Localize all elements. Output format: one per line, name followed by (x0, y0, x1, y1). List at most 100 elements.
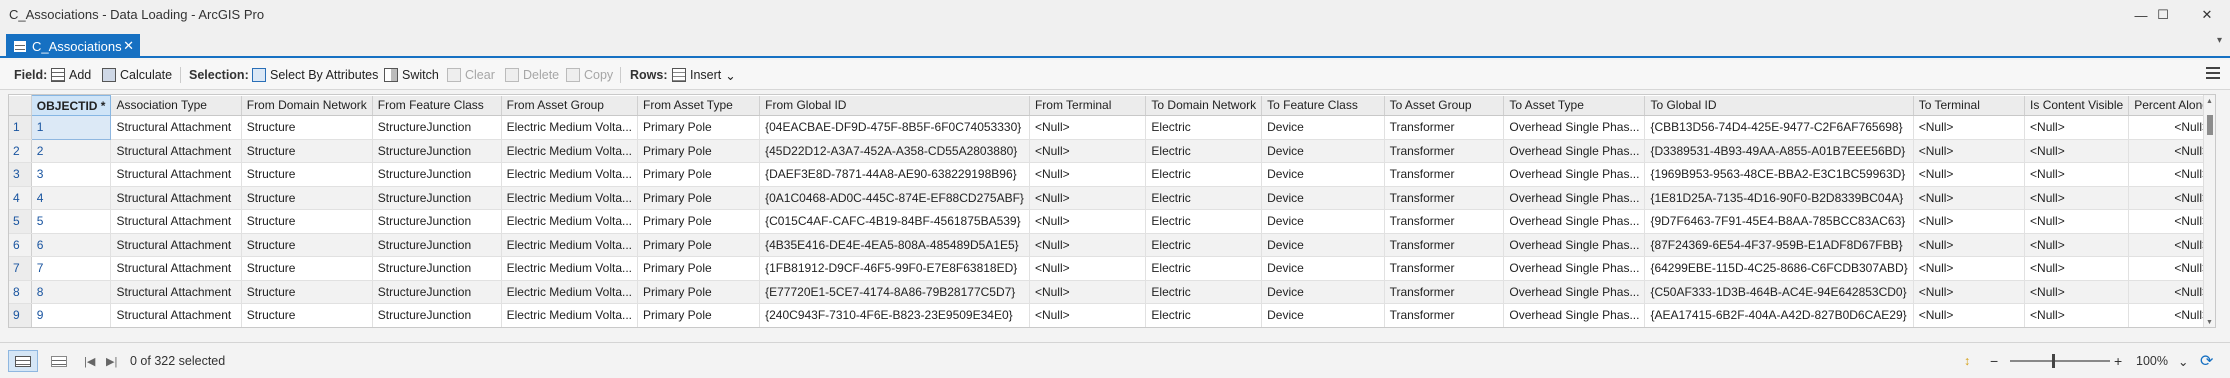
table-cell[interactable]: {AEA17415-6B2F-404A-A42D-827B0D6CAE29} (1644, 303, 1914, 327)
table-cell[interactable]: <Null> (2024, 115, 2130, 140)
column-header[interactable]: OBJECTID * (30, 95, 112, 116)
table-cell[interactable]: <Null> (1913, 303, 2026, 327)
switch-selection-button[interactable]: Switch (384, 60, 439, 90)
table-cell[interactable]: 2 (31, 139, 112, 163)
table-cell[interactable]: StructureJunction (372, 233, 502, 257)
table-cell[interactable]: {D3389531-4B93-49AA-A855-A01B7EEE56BD} (1644, 139, 1914, 163)
table-cell[interactable]: Structure (241, 233, 373, 257)
table-cell[interactable]: {4B35E416-DE4E-4EA5-808A-485489D5A1E5} (759, 233, 1030, 257)
table-cell[interactable]: Electric (1145, 186, 1263, 210)
table-cell[interactable]: <Null> (1029, 233, 1147, 257)
table-cell[interactable]: 9 (31, 303, 112, 327)
column-header[interactable]: Association Type (110, 95, 242, 116)
vertical-scrollbar[interactable]: ▲ ▼ (2203, 95, 2215, 327)
column-header[interactable]: To Terminal (1913, 95, 2026, 116)
table-cell[interactable]: Device (1261, 233, 1385, 257)
table-cell[interactable]: Structural Attachment (110, 256, 242, 281)
table-row[interactable]: 9 9 Structural Attachment Structure Structur… (9, 303, 2215, 327)
table-cell[interactable]: Primary Pole (637, 209, 761, 234)
column-header[interactable]: From Asset Group (501, 95, 639, 116)
row-number-cell[interactable]: 1 (9, 115, 32, 140)
table-cell[interactable]: <Null> (1029, 303, 1147, 327)
table-cell[interactable]: Overhead Single Phas... (1503, 233, 1646, 257)
row-header-corner[interactable] (9, 95, 32, 116)
show-all-records-button[interactable] (8, 350, 38, 372)
table-cell[interactable]: Primary Pole (637, 280, 761, 304)
refresh-icon[interactable]: ⟳ (2200, 343, 2213, 378)
table-cell[interactable]: Structural Attachment (110, 162, 242, 187)
row-number-cell[interactable]: 7 (9, 256, 32, 281)
add-field-button[interactable]: Add (51, 60, 91, 90)
table-cell[interactable]: Structure (241, 139, 373, 163)
table-cell[interactable]: Electric (1145, 256, 1263, 281)
table-cell[interactable]: <Null> (1029, 186, 1147, 210)
row-number-cell[interactable]: 8 (9, 280, 32, 304)
column-header[interactable]: From Asset Type (637, 95, 761, 116)
attribute-table-grid[interactable]: OBJECTID * Association Type From Domain … (8, 94, 2216, 328)
table-cell[interactable]: Overhead Single Phas... (1503, 280, 1646, 304)
table-cell[interactable]: StructureJunction (372, 256, 502, 281)
text-direction-icon[interactable]: ↕ (1964, 343, 1970, 378)
column-header[interactable]: From Domain Network (241, 95, 373, 116)
table-cell[interactable]: Transformer (1384, 186, 1505, 210)
scrollbar-thumb[interactable] (2207, 115, 2213, 135)
table-cell[interactable]: Device (1261, 280, 1385, 304)
copy-selection-button[interactable]: Copy (566, 60, 613, 90)
table-cell[interactable]: {DAEF3E8D-7871-44A8-AE90-638229198B96} (759, 162, 1030, 187)
tab-list-dropdown-icon[interactable]: ▾ (2217, 35, 2222, 46)
table-cell[interactable]: <Null> (2128, 139, 2215, 163)
table-cell[interactable]: <Null> (2024, 209, 2130, 234)
table-cell[interactable]: {CBB13D56-74D4-425E-9477-C2F6AF765698} (1644, 115, 1914, 140)
table-cell[interactable]: Structural Attachment (110, 280, 242, 304)
column-header[interactable]: From Feature Class (372, 95, 502, 116)
table-cell[interactable]: Device (1261, 162, 1385, 187)
table-cell[interactable]: Transformer (1384, 209, 1505, 234)
table-cell[interactable]: Overhead Single Phas... (1503, 256, 1646, 281)
table-cell[interactable]: 3 (31, 162, 112, 187)
table-cell[interactable]: <Null> (1913, 115, 2026, 140)
table-cell[interactable]: Transformer (1384, 233, 1505, 257)
table-cell[interactable]: <Null> (1913, 256, 2026, 281)
maximize-button[interactable]: ☐ (2140, 0, 2186, 30)
table-cell[interactable]: Electric Medium Volta... (501, 256, 639, 281)
column-header[interactable]: To Domain Network (1145, 95, 1263, 116)
table-cell[interactable]: {45D22D12-A3A7-452A-A358-CD55A2803880} (759, 139, 1030, 163)
table-cell[interactable]: Overhead Single Phas... (1503, 209, 1646, 234)
table-cell[interactable]: StructureJunction (372, 186, 502, 210)
table-cell[interactable]: <Null> (1029, 139, 1147, 163)
table-cell[interactable]: <Null> (1913, 162, 2026, 187)
delete-selection-button[interactable]: Delete (505, 60, 559, 90)
table-cell[interactable]: <Null> (2128, 280, 2215, 304)
table-cell[interactable]: Electric Medium Volta... (501, 115, 639, 140)
table-cell[interactable]: 6 (31, 233, 112, 257)
table-cell[interactable]: Overhead Single Phas... (1503, 303, 1646, 327)
table-cell[interactable]: Device (1261, 139, 1385, 163)
table-cell[interactable]: Primary Pole (637, 115, 761, 140)
table-cell[interactable]: Transformer (1384, 139, 1505, 163)
table-cell[interactable]: <Null> (2128, 209, 2215, 234)
close-tab-icon[interactable]: ✕ (123, 38, 134, 54)
table-cell[interactable]: Primary Pole (637, 186, 761, 210)
column-header[interactable]: To Global ID (1644, 95, 1914, 116)
table-cell[interactable]: Electric (1145, 162, 1263, 187)
table-cell[interactable]: <Null> (1029, 209, 1147, 234)
table-row[interactable]: 4 4 Structural Attachment Structure Structur… (9, 186, 2215, 210)
table-cell[interactable]: Overhead Single Phas... (1503, 186, 1646, 210)
table-cell[interactable]: <Null> (1029, 115, 1147, 140)
row-number-cell[interactable]: 6 (9, 233, 32, 257)
table-cell[interactable]: Transformer (1384, 280, 1505, 304)
column-header[interactable]: From Global ID (759, 95, 1030, 116)
table-cell[interactable]: <Null> (2024, 256, 2130, 281)
table-cell[interactable]: Transformer (1384, 256, 1505, 281)
zoom-level-dropdown-icon[interactable]: ⌄ (2178, 343, 2188, 378)
table-cell[interactable]: {1FB81912-D9CF-46F5-99F0-E7E8F63818ED} (759, 256, 1030, 281)
calculate-field-button[interactable]: Calculate (102, 60, 172, 90)
table-cell[interactable]: <Null> (2024, 139, 2130, 163)
table-cell[interactable]: Structure (241, 280, 373, 304)
row-number-cell[interactable]: 2 (9, 139, 32, 163)
table-cell[interactable]: <Null> (2128, 303, 2215, 327)
table-cell[interactable]: 1 (30, 115, 112, 140)
table-cell[interactable]: Device (1261, 115, 1385, 140)
table-cell[interactable]: <Null> (2128, 233, 2215, 257)
zoom-slider-handle[interactable] (2052, 354, 2055, 368)
